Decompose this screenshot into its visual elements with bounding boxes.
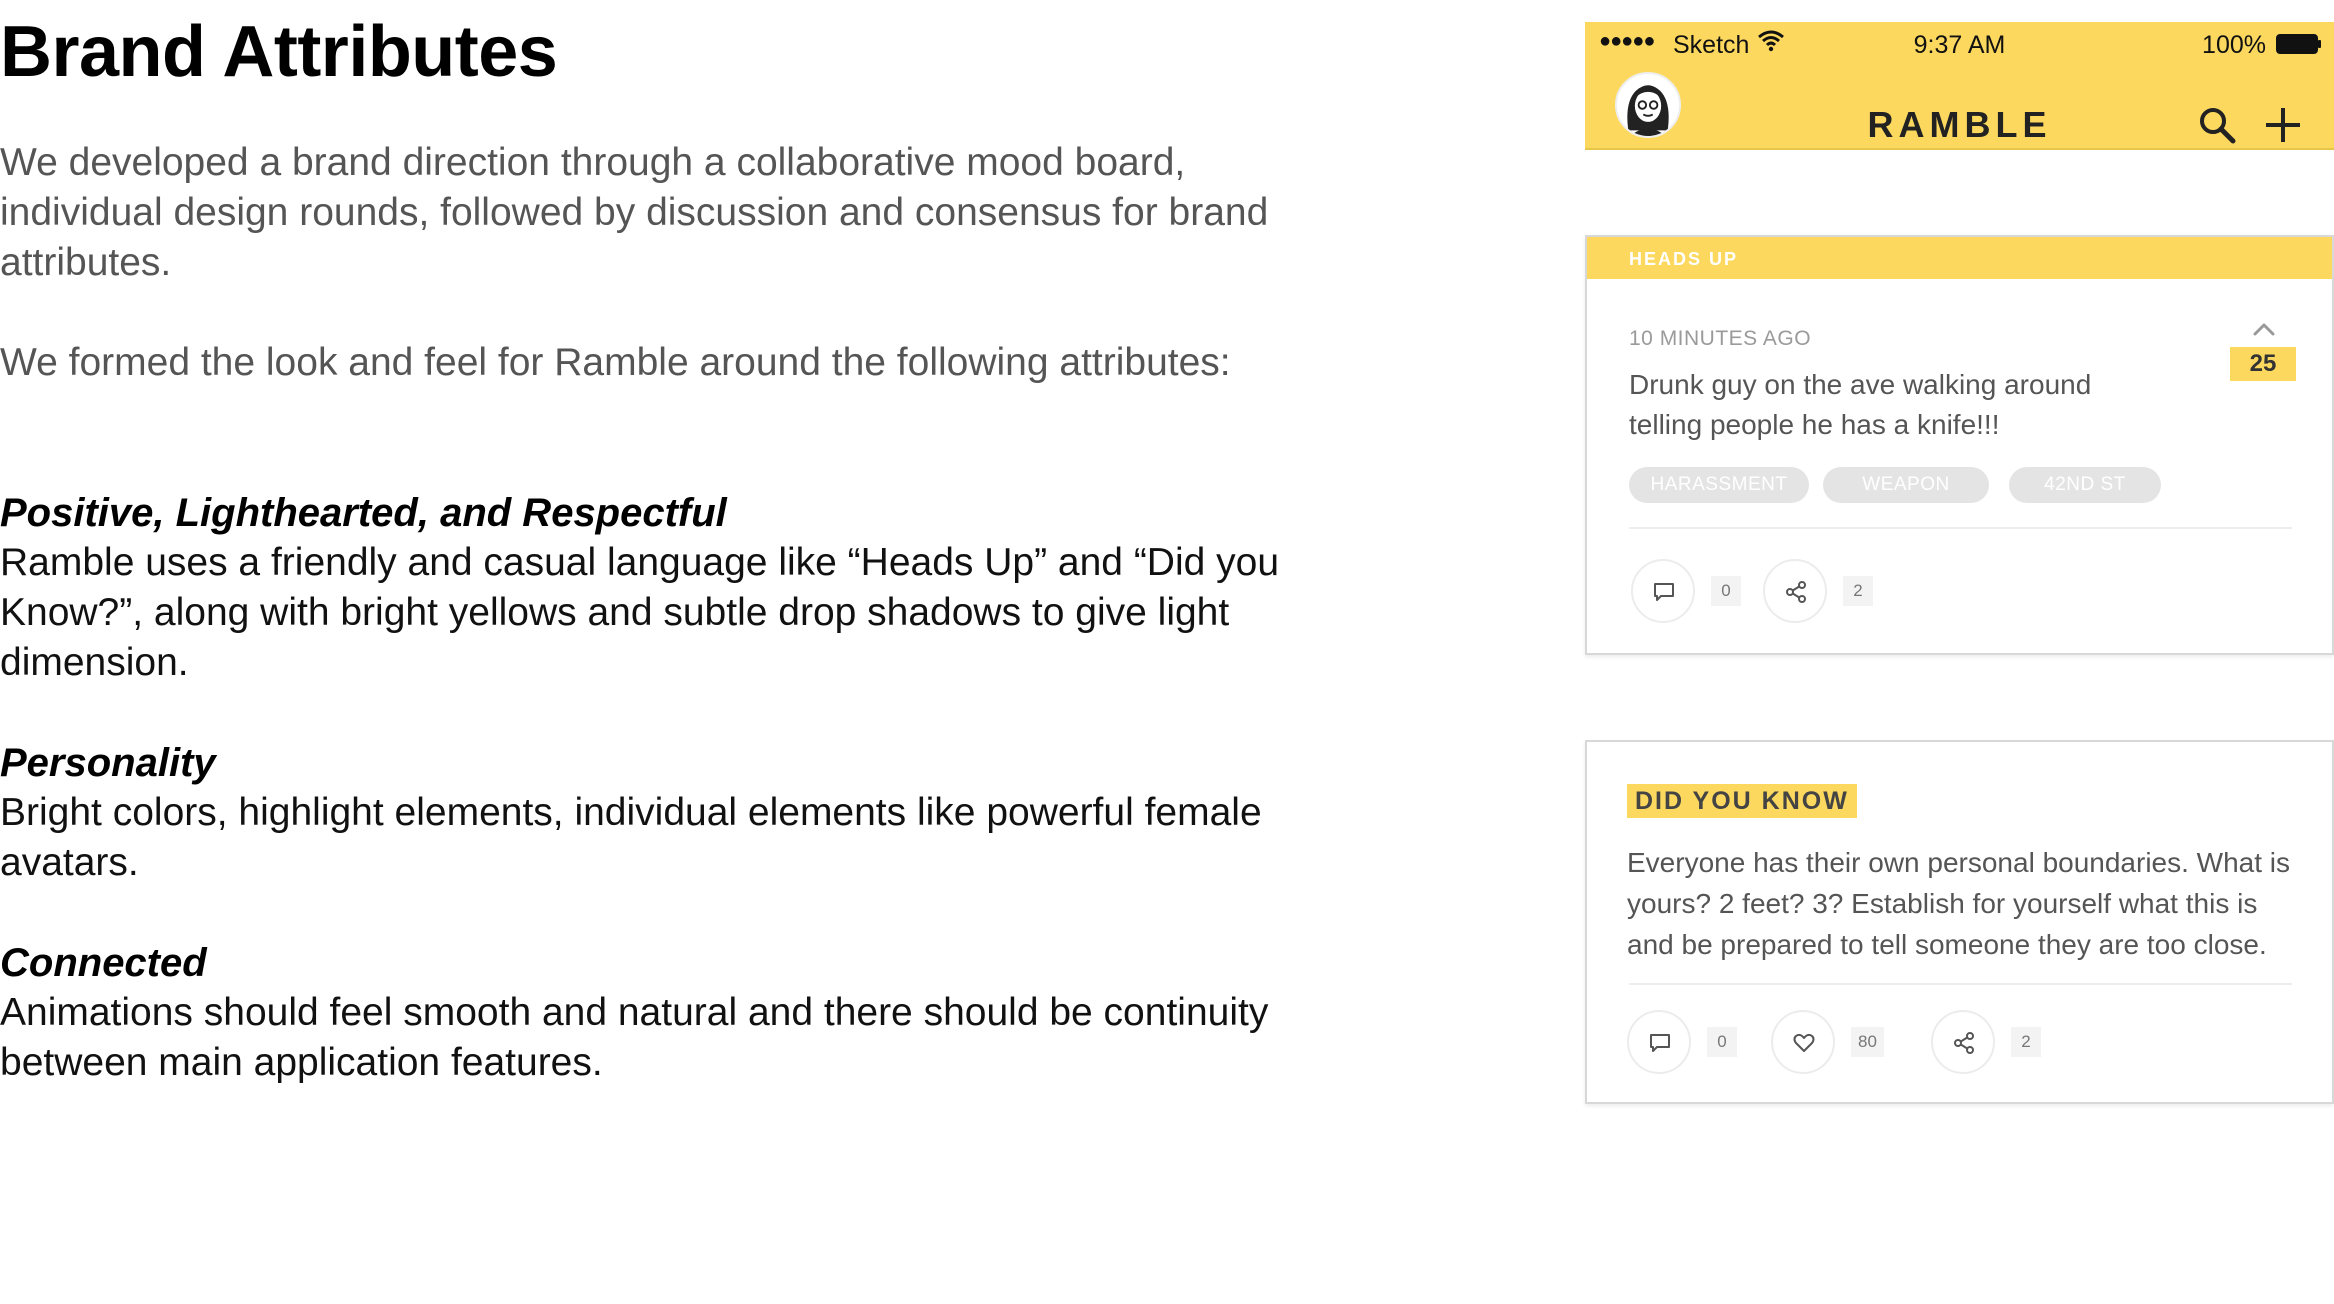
share-icon [1954,1032,1974,1054]
page-title: Brand Attributes [0,12,558,92]
status-bar: ●●●●● Sketch 9:37 AM 100% [1585,22,2334,68]
comment-icon [1650,1034,1670,1052]
vote-count: 25 [2230,347,2296,381]
comment-icon [1654,583,1674,601]
attribute-body: Bright colors, highlight elements, indiv… [0,791,1262,884]
did-you-know-card[interactable]: DID YOU KNOW Everyone has their own pers… [1585,740,2334,1104]
heads-up-card[interactable]: HEADS UP 10 MINUTES AGO Drunk guy on the… [1585,235,2334,655]
tag-chip[interactable]: WEAPON [1823,467,1989,503]
heads-up-label: HEADS UP [1629,249,1739,269]
comment-button[interactable] [1627,1010,1691,1074]
plus-icon[interactable] [2262,104,2304,146]
attribute-body: Animations should feel smooth and natura… [0,991,1269,1084]
share-button[interactable] [1931,1010,1995,1074]
comment-button[interactable] [1631,559,1695,623]
share-count: 2 [1843,576,1873,606]
intro-paragraph: We developed a brand direction through a… [0,141,1269,284]
comment-count: 0 [1711,576,1741,606]
share-icon [1786,581,1806,603]
search-icon[interactable] [2196,104,2238,146]
battery-percentage: 100% [2202,31,2266,59]
attribute-heading: Connected [0,941,207,985]
comment-count: 0 [1707,1027,1737,1057]
heads-up-banner: HEADS UP [1587,237,2332,279]
post-text: Drunk guy on the ave walking around tell… [1629,369,2092,440]
divider [1629,527,2292,529]
share-count: 2 [2011,1027,2041,1057]
divider [1629,983,2292,985]
like-button[interactable] [1771,1010,1835,1074]
attribute-heading: Positive, Lighthearted, and Respectful [0,491,727,535]
like-count: 80 [1851,1027,1884,1057]
share-button[interactable] [1763,559,1827,623]
did-you-know-label: DID YOU KNOW [1627,784,1857,818]
heart-icon [1793,1033,1815,1052]
intro-attributes-lead: We formed the look and feel for Ramble a… [0,341,1231,384]
did-you-know-text: Everyone has their own personal boundari… [1627,847,2291,960]
battery-icon [2276,34,2321,54]
app-header: ●●●●● Sketch 9:37 AM 100% RAMBLE [1585,22,2334,150]
attribute-heading: Personality [0,741,216,785]
upvote-chevron-icon[interactable] [2250,319,2278,339]
tag-chip[interactable]: HARASSMENT [1629,467,1809,503]
tag-chip[interactable]: 42ND ST [2009,467,2161,503]
post-timestamp: 10 MINUTES AGO [1629,327,1812,350]
attribute-body: Ramble uses a friendly and casual langua… [0,541,1280,684]
